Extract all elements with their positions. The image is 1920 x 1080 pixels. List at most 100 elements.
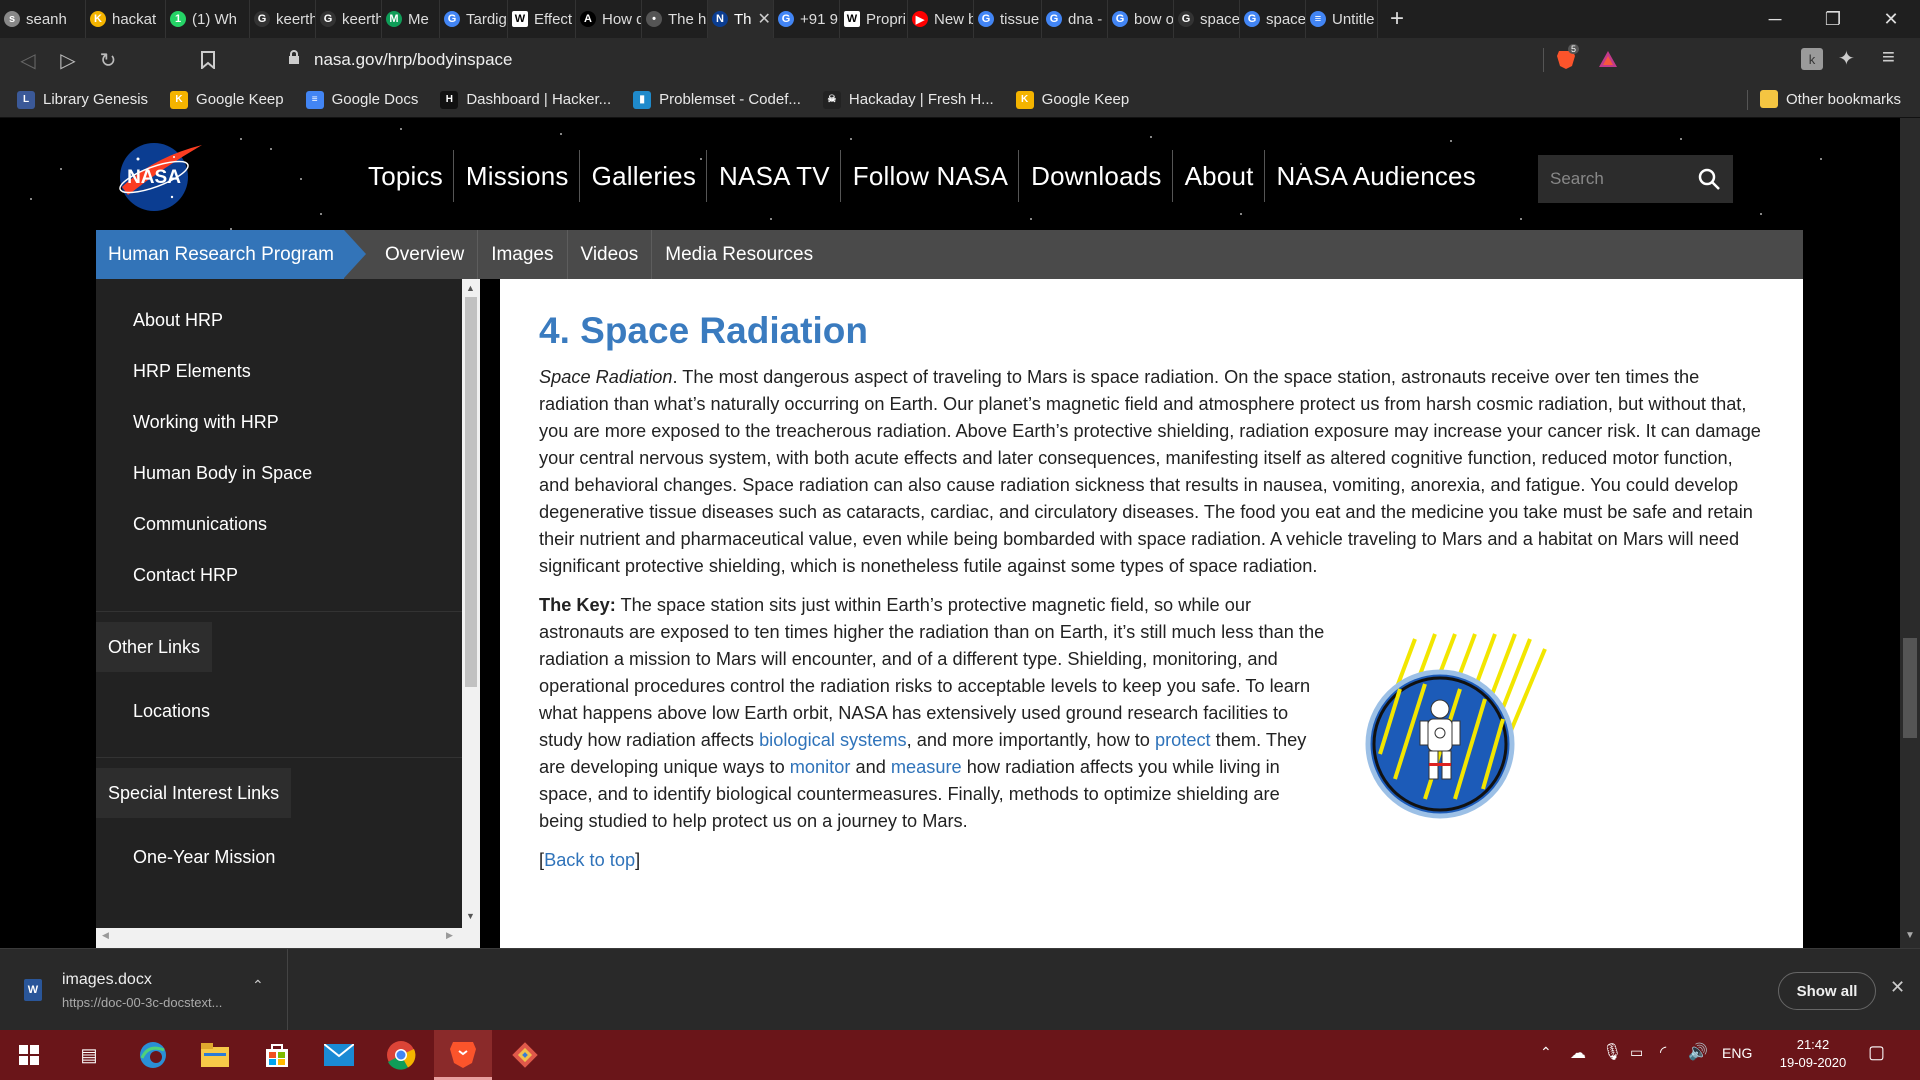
new-tab-button[interactable]: + [1378, 5, 1416, 33]
extension-icon[interactable]: k [1801, 48, 1823, 70]
bookmark-icon[interactable] [188, 42, 228, 78]
wifi-icon[interactable]: ◜ [1660, 1042, 1666, 1062]
measure-link[interactable]: measure [891, 757, 962, 777]
browser-tab[interactable]: Gkeerth [250, 0, 316, 38]
bookmark-item[interactable]: ▮ Problemset - Codef... [622, 90, 812, 109]
chevron-up-icon[interactable]: ⌃ [252, 977, 264, 994]
nav-galleries[interactable]: Galleries [580, 150, 708, 202]
download-item[interactable]: W images.docx https://doc-00-3c-docstext… [0, 949, 288, 1031]
page-scroll-down-arrow[interactable]: ▼ [1905, 930, 1915, 941]
file-explorer-icon[interactable] [186, 1030, 244, 1080]
onedrive-icon[interactable]: ☁ [1570, 1043, 1586, 1063]
store-icon[interactable] [248, 1030, 306, 1080]
restore-button[interactable]: ❐ [1804, 0, 1862, 38]
nav-downloads[interactable]: Downloads [1019, 150, 1173, 202]
chrome-icon[interactable] [372, 1030, 430, 1080]
show-all-button[interactable]: Show all [1778, 972, 1876, 1010]
forward-icon[interactable]: ▷ [48, 42, 88, 78]
scroll-down-arrow[interactable]: ▼ [466, 911, 475, 921]
subnav-videos[interactable]: Videos [566, 230, 652, 279]
brave-shield-icon[interactable]: 5 [1555, 44, 1580, 70]
notifications-icon[interactable]: ▢ [1868, 1042, 1885, 1063]
language-indicator[interactable]: ENG [1722, 1045, 1752, 1061]
page-scrollbar[interactable]: ▼ [1900, 118, 1920, 948]
browser-tab[interactable]: Gkeerth [316, 0, 382, 38]
program-tab[interactable]: Human Research Program [96, 230, 366, 279]
bookmark-item[interactable]: ☠ Hackaday | Fresh H... [812, 90, 1005, 109]
brave-rewards-icon[interactable] [1598, 50, 1618, 73]
sidebar-item-human-body-in-space[interactable]: Human Body in Space [96, 448, 462, 499]
bookmark-item[interactable]: L Library Genesis [6, 90, 159, 109]
browser-tab[interactable]: 1 (1) Wh [166, 0, 250, 38]
bookmark-item[interactable]: ≡ Google Docs [295, 90, 430, 109]
minimize-button[interactable]: ─ [1746, 0, 1804, 38]
clock[interactable]: 21:42 19-09-2020 [1768, 1036, 1858, 1072]
app-icon[interactable] [496, 1030, 554, 1080]
monitor-link[interactable]: monitor [790, 757, 851, 777]
browser-tab[interactable]: A How d [576, 0, 642, 38]
microphone-icon[interactable]: 🎙 [1602, 1042, 1622, 1062]
sidebar-item-working-with-hrp[interactable]: Working with HRP [96, 397, 462, 448]
sidebar-item-locations[interactable]: Locations [96, 686, 462, 737]
browser-tab[interactable]: ≡ Untitle [1306, 0, 1378, 38]
nav-follow-nasa[interactable]: Follow NASA [841, 150, 1020, 202]
volume-icon[interactable]: 🔊 [1688, 1042, 1708, 1062]
browser-tab[interactable]: • The hu [642, 0, 708, 38]
browser-tab[interactable]: Khackat [86, 0, 166, 38]
windows-start-icon[interactable] [0, 1030, 58, 1080]
sidebar-item-communications[interactable]: Communications [96, 499, 462, 550]
sidebar-item-contact-hrp[interactable]: Contact HRP [96, 550, 462, 601]
brave-taskbar-icon[interactable] [434, 1030, 492, 1080]
browser-tab[interactable]: W Effect [508, 0, 576, 38]
edge-icon[interactable] [124, 1030, 182, 1080]
back-icon[interactable]: ◁ [8, 42, 48, 78]
biological-systems-link[interactable]: biological systems [759, 730, 907, 750]
scroll-up-arrow[interactable]: ▲ [466, 283, 475, 293]
subnav-images[interactable]: Images [477, 230, 566, 279]
browser-tab[interactable]: N Th ✕ [708, 0, 774, 38]
subnav-overview[interactable]: Overview [372, 230, 477, 279]
sidebar-item-one-year-mission[interactable]: One-Year Mission [96, 832, 462, 883]
tray-chevron-icon[interactable]: ⌃ [1540, 1044, 1552, 1061]
task-view-icon[interactable]: ▤ [60, 1030, 118, 1080]
bookmark-item[interactable]: K Google Keep [1005, 90, 1141, 109]
reload-icon[interactable]: ↻ [88, 42, 128, 78]
sidebar-scrollbar[interactable]: ▲ ▼ [462, 279, 480, 948]
search-icon[interactable] [1697, 167, 1721, 196]
browser-tab[interactable]: M Me [382, 0, 440, 38]
subnav-media-resources[interactable]: Media Resources [651, 230, 826, 279]
nav-nasa-tv[interactable]: NASA TV [707, 150, 841, 202]
protect-link[interactable]: protect [1155, 730, 1211, 750]
browser-tab[interactable]: s seanh [0, 0, 86, 38]
sidebar-item-about-hrp[interactable]: About HRP [96, 295, 462, 346]
page-scroll-thumb[interactable] [1903, 638, 1917, 738]
browser-tab[interactable]: W Propri [840, 0, 908, 38]
browser-tab[interactable]: Gdna - [1042, 0, 1108, 38]
nav-about[interactable]: About [1173, 150, 1265, 202]
scroll-right-arrow[interactable]: ▶ [446, 930, 453, 941]
extensions-puzzle-icon[interactable]: ✦ [1838, 46, 1855, 71]
browser-tab[interactable]: Gspace [1174, 0, 1240, 38]
close-downloads-icon[interactable]: ✕ [1890, 977, 1905, 998]
browser-tab[interactable]: G Tardig [440, 0, 508, 38]
other-bookmarks[interactable]: Other bookmarks [1749, 90, 1912, 108]
nasa-logo[interactable]: NASA [114, 137, 204, 218]
bookmark-item[interactable]: K Google Keep [159, 90, 295, 109]
site-search-input[interactable]: Search [1538, 155, 1733, 203]
browser-tab[interactable]: Gtissue [974, 0, 1042, 38]
browser-tab[interactable]: G +91 9 [774, 0, 840, 38]
bookmark-item[interactable]: H Dashboard | Hacker... [429, 90, 622, 109]
sidebar-hscrollbar[interactable]: ◀ ▶ [96, 928, 462, 948]
browser-tab[interactable]: Gspace [1240, 0, 1306, 38]
browser-tab[interactable]: ▶ New b [908, 0, 974, 38]
menu-icon[interactable]: ≡ [1882, 44, 1895, 70]
nav-topics[interactable]: Topics [356, 150, 454, 202]
address-bar[interactable]: nasa.gov/hrp/bodyinspace [288, 45, 1595, 75]
close-tab-icon[interactable]: ✕ [758, 9, 771, 29]
mail-icon[interactable] [310, 1030, 368, 1080]
back-to-top-link[interactable]: Back to top [544, 850, 635, 870]
sidebar-scroll-thumb[interactable] [465, 297, 477, 687]
nav-missions[interactable]: Missions [454, 150, 580, 202]
sidebar-item-hrp-elements[interactable]: HRP Elements [96, 346, 462, 397]
scroll-left-arrow[interactable]: ◀ [102, 930, 109, 941]
